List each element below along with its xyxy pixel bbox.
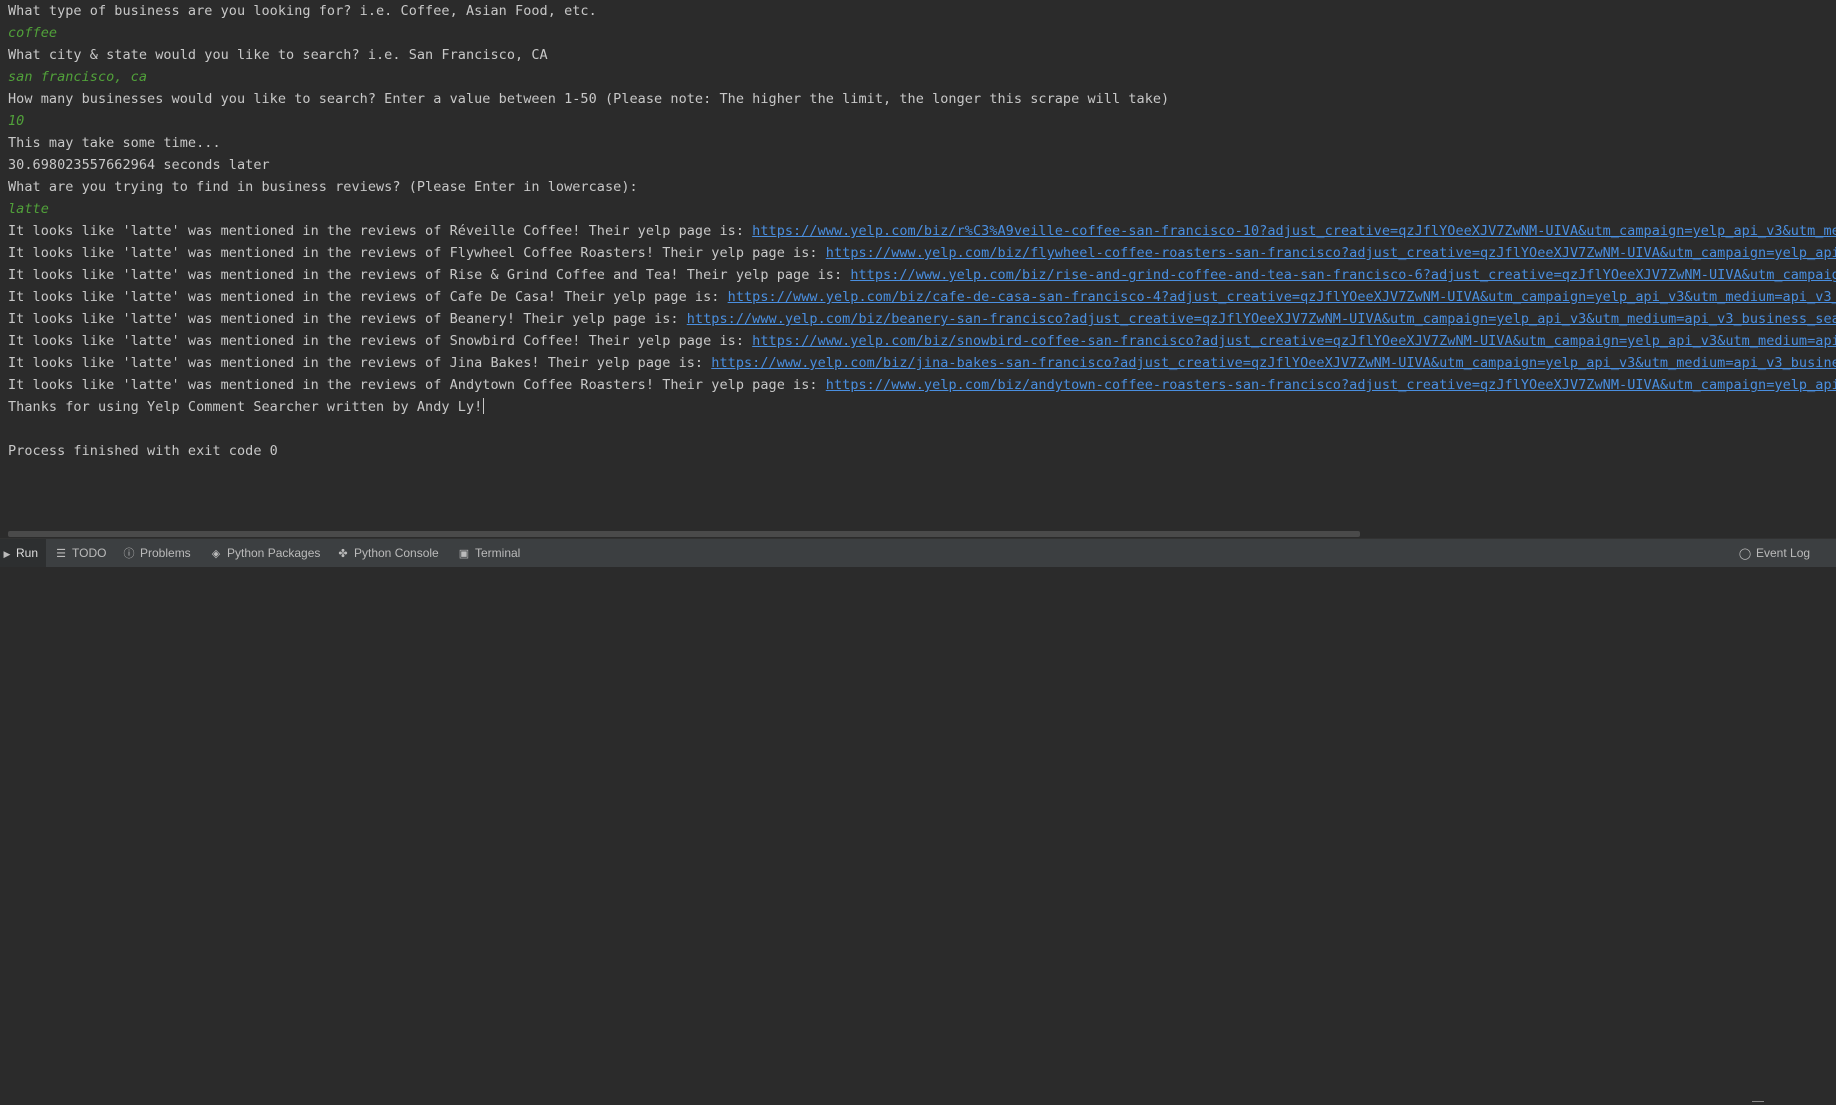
console-result-line: It looks like 'latte' was mentioned in t… xyxy=(8,330,1836,352)
result-text: It looks like 'latte' was mentioned in t… xyxy=(8,377,826,393)
result-text: It looks like 'latte' was mentioned in t… xyxy=(8,311,687,327)
yelp-link[interactable]: https://www.yelp.com/biz/r%C3%A9veille-c… xyxy=(752,223,1836,239)
yelp-link[interactable]: https://www.yelp.com/biz/cafe-de-casa-sa… xyxy=(728,289,1836,305)
console-result-line: It looks like 'latte' was mentioned in t… xyxy=(8,374,1836,396)
python-icon: ✤ xyxy=(338,548,348,560)
tab-terminal-label: Terminal xyxy=(475,546,521,560)
horizontal-scrollbar[interactable] xyxy=(0,530,1836,538)
console-result-line: It looks like 'latte' was mentioned in t… xyxy=(8,242,1836,264)
tab-event-log-label: Event Log xyxy=(1756,546,1811,560)
yelp-link[interactable]: https://www.yelp.com/biz/beanery-san-fra… xyxy=(687,311,1836,327)
yelp-link[interactable]: https://www.yelp.com/biz/rise-and-grind-… xyxy=(850,267,1836,283)
result-text: It looks like 'latte' was mentioned in t… xyxy=(8,289,728,305)
tab-terminal[interactable]: ▣ Terminal xyxy=(457,539,521,567)
yelp-link[interactable]: https://www.yelp.com/biz/flywheel-coffee… xyxy=(826,245,1836,261)
console-line: This may take some time... xyxy=(8,135,221,151)
console-user-input: latte xyxy=(8,201,49,217)
speech-bubble-icon: ◯ xyxy=(1738,548,1752,560)
console-user-input: 10 xyxy=(8,113,25,129)
result-text: It looks like 'latte' was mentioned in t… xyxy=(8,267,851,283)
thanks-text: Thanks for using Yelp Comment Searcher w… xyxy=(8,399,483,415)
tab-todo-label: TODO xyxy=(72,546,107,560)
console-result-line: It looks like 'latte' was mentioned in t… xyxy=(8,264,1836,286)
tab-python-packages-label: Python Packages xyxy=(227,546,321,560)
resize-grip-icon xyxy=(1752,1101,1764,1105)
console-result-line: It looks like 'latte' was mentioned in t… xyxy=(8,286,1836,308)
console-user-input: san francisco, ca xyxy=(8,69,148,85)
console-result-line: It looks like 'latte' was mentioned in t… xyxy=(8,308,1836,330)
console-line: What city & state would you like to sear… xyxy=(8,47,548,63)
scrollbar-thumb[interactable] xyxy=(8,531,1360,537)
terminal-icon: ▣ xyxy=(458,548,470,560)
yelp-link[interactable]: https://www.yelp.com/biz/andytown-coffee… xyxy=(826,377,1836,393)
tab-python-console-label: Python Console xyxy=(354,546,439,560)
console-line: What are you trying to find in business … xyxy=(8,179,638,195)
play-icon: ▶ xyxy=(3,549,11,559)
console-user-input: coffee xyxy=(8,25,58,41)
console-line: What type of business are you looking fo… xyxy=(8,3,597,19)
tab-problems[interactable]: ⓘ Problems xyxy=(122,539,191,567)
console-result-line: It looks like 'latte' was mentioned in t… xyxy=(8,352,1836,374)
yelp-link[interactable]: https://www.yelp.com/biz/snowbird-coffee… xyxy=(752,333,1836,349)
tab-todo[interactable]: ☰ TODO xyxy=(54,539,106,567)
text-caret xyxy=(483,398,485,414)
result-text: It looks like 'latte' was mentioned in t… xyxy=(8,355,712,371)
tab-event-log[interactable]: ◯ Event Log xyxy=(1738,539,1810,567)
result-text: It looks like 'latte' was mentioned in t… xyxy=(8,223,753,239)
tab-python-console[interactable]: ✤ Python Console xyxy=(336,539,439,567)
console-result-line: It looks like 'latte' was mentioned in t… xyxy=(8,220,1836,242)
tab-run[interactable]: ▶ Run xyxy=(0,539,47,567)
result-text: It looks like 'latte' was mentioned in t… xyxy=(8,245,826,261)
tab-problems-label: Problems xyxy=(140,546,191,560)
info-icon: ⓘ xyxy=(123,548,135,560)
tab-run-label: Run xyxy=(16,546,39,560)
list-icon: ☰ xyxy=(56,548,66,560)
console-line: How many businesses would you like to se… xyxy=(8,91,1170,107)
tab-python-packages[interactable]: ◈ Python Packages xyxy=(209,539,321,567)
console-line: Thanks for using Yelp Comment Searcher w… xyxy=(8,396,1836,418)
yelp-link[interactable]: https://www.yelp.com/biz/jina-bakes-san-… xyxy=(711,355,1836,371)
layers-icon: ◈ xyxy=(211,548,221,560)
console-line: 30.698023557662964 seconds later xyxy=(8,157,270,173)
result-text: It looks like 'latte' was mentioned in t… xyxy=(8,333,753,349)
run-console-output[interactable]: What type of business are you looking fo… xyxy=(0,0,1836,530)
tool-window-bar: ▶ Run ☰ TODO ⓘ Problems ◈ Python Packages ✤ P… xyxy=(0,538,1836,1102)
console-exit-line: Process finished with exit code 0 xyxy=(8,443,278,459)
